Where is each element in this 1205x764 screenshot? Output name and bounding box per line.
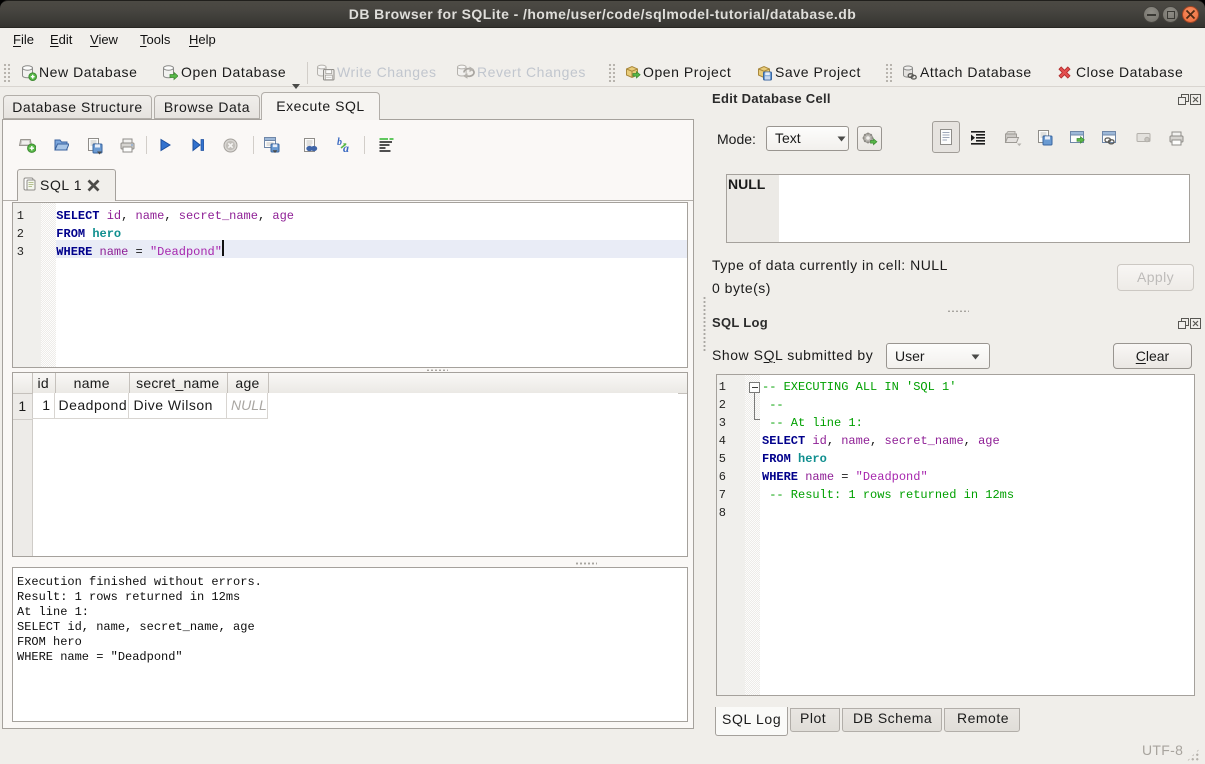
svg-text:a: a bbox=[343, 141, 349, 154]
svg-text:b: b bbox=[337, 137, 342, 148]
